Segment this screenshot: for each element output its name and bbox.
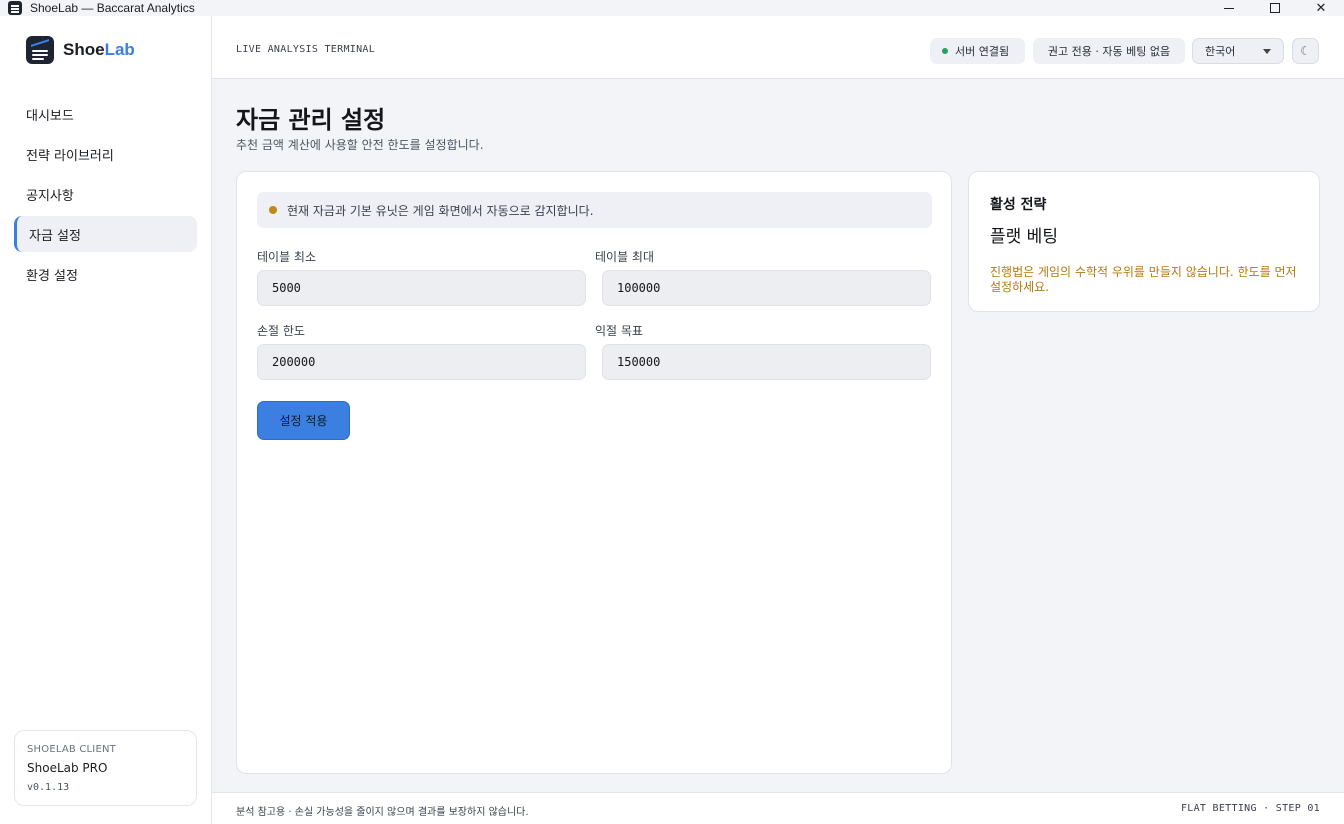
window-titlebar: ShoeLab — Baccarat Analytics ✕	[0, 0, 1344, 16]
sidebar-item-bankroll-settings[interactable]: 자금 설정	[14, 216, 197, 252]
sidebar-item-label: 대시보드	[26, 108, 74, 124]
footer: 분석 참고용 · 손실 가능성을 줄이지 않으며 결과를 보장하지 않습니다. …	[212, 792, 1344, 824]
theme-toggle-button[interactable]: ☾	[1292, 38, 1319, 64]
apply-settings-button[interactable]: 설정 적용	[257, 401, 350, 440]
close-icon: ✕	[1315, 0, 1327, 16]
sidebar-item-notices[interactable]: 공지사항	[14, 176, 197, 212]
terminal-label: LIVE ANALYSIS TERMINAL	[236, 44, 376, 55]
server-status-text: 서버 연결됨	[955, 45, 1010, 58]
client-label: SHOELAB CLIENT	[27, 744, 116, 755]
sidebar-item-dashboard[interactable]: 대시보드	[14, 96, 197, 132]
stop-loss-label: 손절 한도	[257, 324, 305, 338]
auto-detect-notice: 현재 자금과 기본 유닛은 게임 화면에서 자동으로 감지합니다.	[257, 192, 932, 228]
sidebar-item-preferences[interactable]: 환경 설정	[14, 256, 197, 292]
server-status-badge: 서버 연결됨	[930, 38, 1025, 64]
window-title: ShoeLab — Baccarat Analytics	[30, 1, 195, 15]
table-min-label: 테이블 최소	[257, 250, 317, 264]
take-profit-input[interactable]: 150000	[602, 344, 931, 380]
footer-step-indicator: FLAT BETTING · STEP 01	[1180, 803, 1320, 814]
table-min-input[interactable]: 5000	[257, 270, 586, 306]
take-profit-label: 익절 목표	[595, 324, 643, 338]
sidebar-item-label: 환경 설정	[26, 268, 78, 284]
sidebar: ShoeLab 대시보드 전략 라이브러리 공지사항 자금 설정 환경 설정 S…	[0, 16, 212, 824]
close-button[interactable]: ✕	[1298, 0, 1344, 16]
brand[interactable]: ShoeLab	[26, 36, 135, 64]
bankroll-settings-card: 현재 자금과 기본 유닛은 게임 화면에서 자동으로 감지합니다. 테이블 최소…	[236, 171, 952, 774]
status-dot-icon	[942, 48, 948, 54]
sidebar-item-label: 공지사항	[26, 188, 74, 204]
sidebar-nav: 대시보드 전략 라이브러리 공지사항 자금 설정 환경 설정	[14, 96, 197, 296]
notice-text: 현재 자금과 기본 유닛은 게임 화면에서 자동으로 감지합니다.	[287, 203, 594, 218]
language-value: 한국어	[1205, 45, 1236, 58]
app-icon	[8, 1, 22, 15]
footer-disclaimer: 분석 참고용 · 손실 가능성을 줄이지 않으며 결과를 보장하지 않습니다.	[236, 807, 529, 818]
page-subtitle: 추천 금액 계산에 사용할 안전 한도를 설정합니다.	[236, 138, 484, 152]
client-info-card: SHOELAB CLIENT ShoeLab PRO v0.1.13	[14, 730, 197, 806]
minimize-button[interactable]	[1206, 0, 1252, 16]
client-version: v0.1.13	[27, 782, 70, 793]
advice-mode-badge: 권고 전용 · 자동 베팅 없음	[1033, 38, 1185, 64]
moon-icon: ☾	[1300, 44, 1311, 58]
table-max-label: 테이블 최대	[595, 250, 655, 264]
page-title: 자금 관리 설정	[236, 106, 386, 134]
top-header: LIVE ANALYSIS TERMINAL 서버 연결됨 권고 전용 · 자동…	[212, 16, 1344, 79]
table-max-input[interactable]: 100000	[602, 270, 931, 306]
sidebar-item-label: 자금 설정	[29, 228, 81, 244]
shoelab-logo-icon	[26, 36, 54, 64]
active-strategy-card: 활성 전략 플랫 베팅 진행법은 게임의 수학적 우위를 만들지 않습니다. 한…	[968, 171, 1320, 312]
info-dot-icon	[269, 206, 277, 214]
advice-mode-text: 권고 전용 · 자동 베팅 없음	[1047, 45, 1171, 58]
strategy-warning: 진행법은 게임의 수학적 우위를 만들지 않습니다. 한도를 먼저 설정하세요.	[990, 265, 1297, 294]
maximize-button[interactable]	[1252, 0, 1298, 16]
minimize-icon	[1224, 7, 1234, 9]
sidebar-item-strategy-library[interactable]: 전략 라이브러리	[14, 136, 197, 172]
sidebar-item-label: 전략 라이브러리	[26, 148, 114, 164]
brand-name: ShoeLab	[63, 40, 135, 59]
stop-loss-input[interactable]: 200000	[257, 344, 586, 380]
chevron-down-icon	[1263, 48, 1271, 54]
maximize-icon	[1270, 3, 1280, 13]
active-strategy-name: 플랫 베팅	[990, 227, 1058, 247]
client-name: ShoeLab PRO	[27, 761, 108, 775]
language-select[interactable]: 한국어	[1192, 38, 1284, 64]
active-strategy-title: 활성 전략	[990, 197, 1047, 213]
